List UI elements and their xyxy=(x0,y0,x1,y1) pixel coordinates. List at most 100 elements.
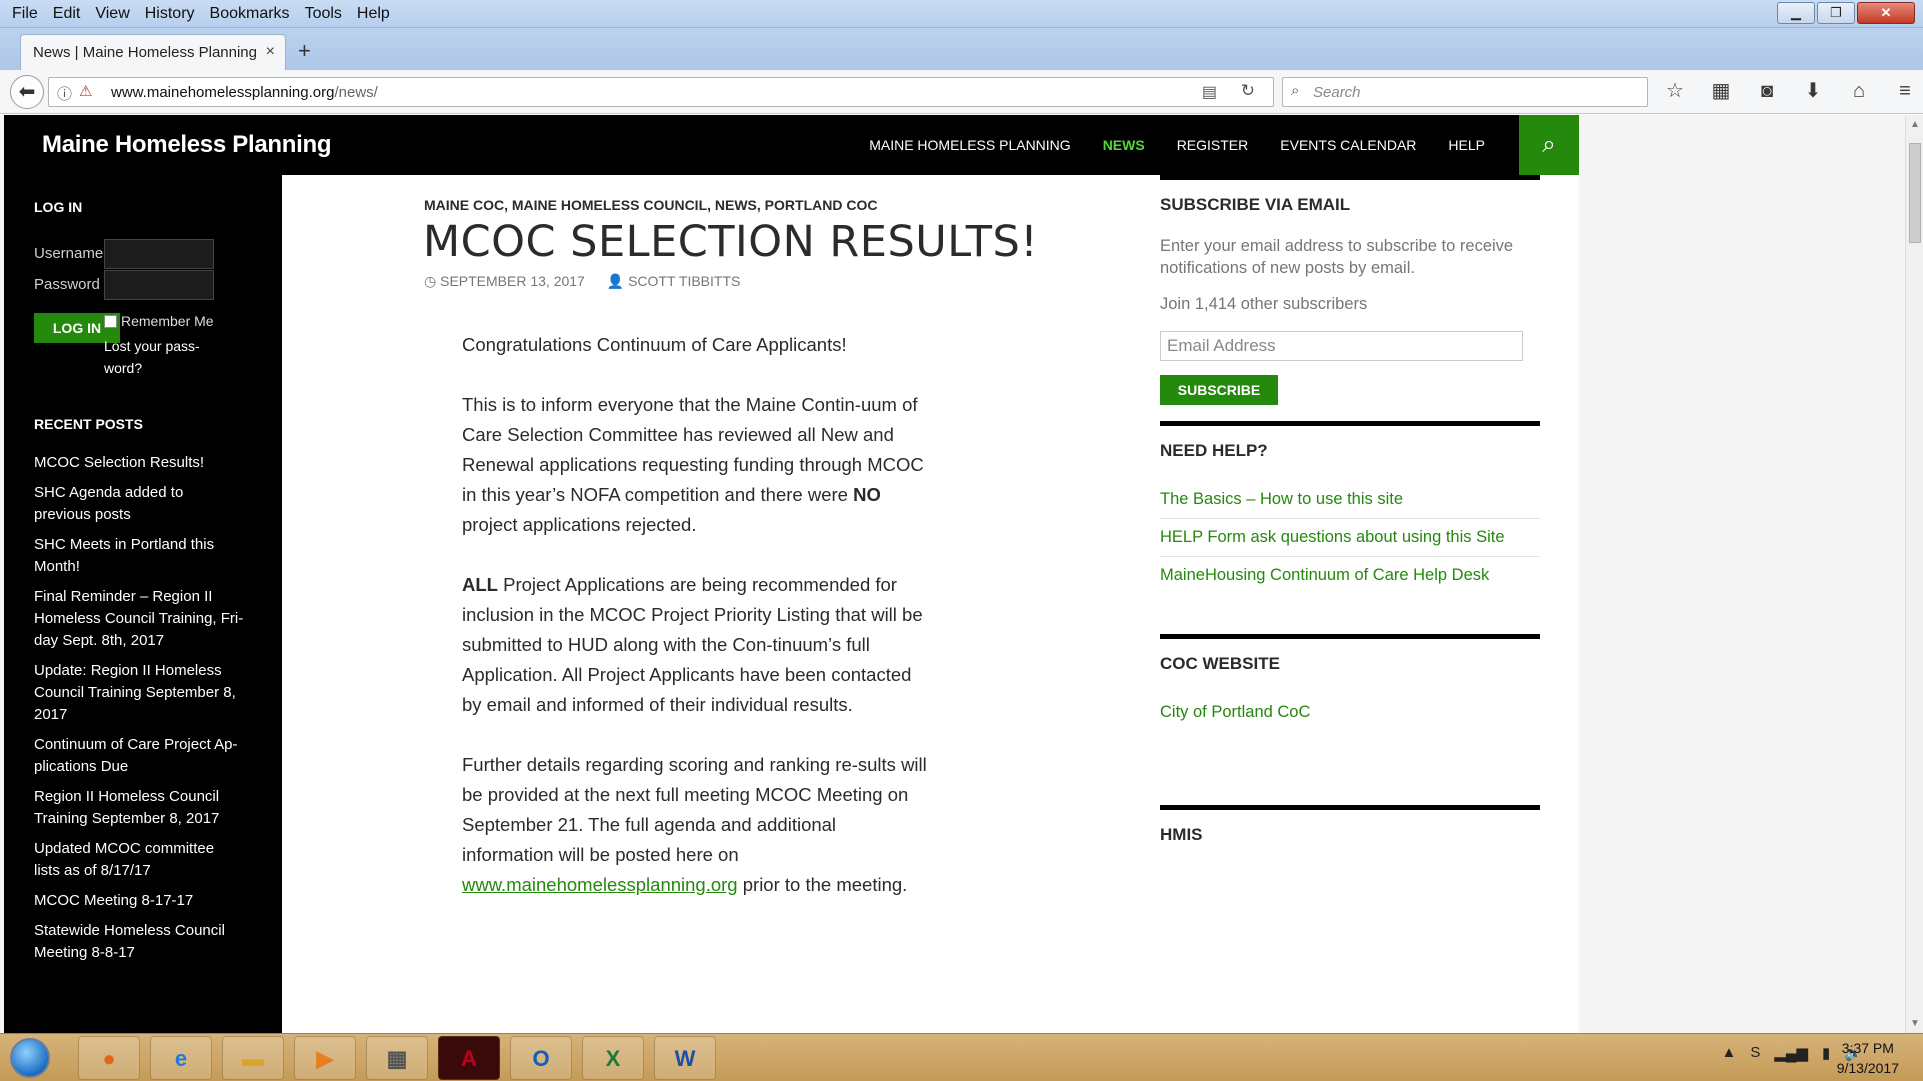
windows-taskbar: ● e ▬ ▶ ▦ A O X W ▲ S ▂▄▆ ▮ 🔈 3:37 PM 9/… xyxy=(0,1033,1923,1081)
remember-label: Remember Me xyxy=(121,313,214,329)
post-meta: ◷ SEPTEMBER 13, 2017 👤 SCOTT TIBBITTS xyxy=(424,273,740,290)
url-bar[interactable]: ⓘ ⚠ www.mainehomelessplanning.org/news/ … xyxy=(48,77,1274,107)
remember-me[interactable]: Remember Me xyxy=(104,313,214,329)
recent-post-link[interactable]: Updated MCOC committee lists as of 8/17/… xyxy=(34,838,244,882)
tab-close-icon[interactable]: × xyxy=(266,43,275,61)
post-paragraph: This is to inform everyone that the Main… xyxy=(462,394,924,535)
post-date[interactable]: SEPTEMBER 13, 2017 xyxy=(440,273,585,289)
file-explorer-icon[interactable]: ▬ xyxy=(222,1036,284,1080)
search-icon: ⌕ xyxy=(1542,131,1556,158)
menu-bookmarks[interactable]: Bookmarks xyxy=(202,0,297,28)
skype-icon[interactable]: S xyxy=(1750,1044,1760,1062)
close-window-button[interactable]: ✕ xyxy=(1857,2,1915,24)
recent-post-link[interactable]: MCOC Meeting 8-17-17 xyxy=(34,890,244,912)
person-icon: 👤 xyxy=(606,273,629,289)
remember-checkbox[interactable] xyxy=(104,315,117,328)
subscribe-text: Enter your email address to subscribe to… xyxy=(1160,237,1514,277)
menu-help[interactable]: Help xyxy=(349,0,397,28)
window-controls: ▁ ❐ ✕ xyxy=(1777,2,1915,24)
excel-icon[interactable]: X xyxy=(582,1036,644,1080)
password-input[interactable] xyxy=(104,270,214,300)
recent-post-link[interactable]: MCOC Selection Results! xyxy=(34,452,244,474)
nav-register[interactable]: REGISTER xyxy=(1177,137,1249,153)
need-help-widget: NEED HELP? The Basics – How to use this … xyxy=(1160,421,1540,594)
maximize-button[interactable]: ❐ xyxy=(1817,2,1855,24)
lost-password-link[interactable]: Lost your pass-word? xyxy=(104,335,224,379)
internet-explorer-icon[interactable]: e xyxy=(150,1036,212,1080)
minimize-button[interactable]: ▁ xyxy=(1777,2,1815,24)
adobe-acrobat-icon[interactable]: A xyxy=(438,1036,500,1080)
recent-posts-list: MCOC Selection Results! SHC Agenda added… xyxy=(34,452,244,972)
scrollbar-thumb[interactable] xyxy=(1909,143,1921,243)
media-player-icon[interactable]: ▶ xyxy=(294,1036,356,1080)
taskbar-clock[interactable]: 3:37 PM 9/13/2017 xyxy=(1837,1038,1899,1078)
nav-news[interactable]: NEWS xyxy=(1103,137,1145,153)
subscriber-count: Join 1,414 other subscribers xyxy=(1160,295,1368,313)
tab-bar: News | Maine Homeless Planning × + xyxy=(0,28,1923,70)
right-sidebar: SUBSCRIBE VIA EMAIL Enter your email add… xyxy=(1144,175,1579,1033)
insecure-lock-icon[interactable]: ⚠ xyxy=(79,82,92,100)
hmis-title: HMIS xyxy=(1160,825,1203,844)
recent-post-link[interactable]: SHC Agenda added to previous posts xyxy=(34,482,244,526)
nav-help[interactable]: HELP xyxy=(1448,137,1485,153)
network-icon[interactable]: ▂▄▆ xyxy=(1774,1044,1808,1062)
hamburger-menu-icon[interactable]: ≡ xyxy=(1892,78,1918,104)
menu-bar: File Edit View History Bookmarks Tools Help ▁ … xyxy=(0,0,1923,28)
subscribe-button[interactable]: SUBSCRIBE xyxy=(1160,375,1278,405)
recent-post-link[interactable]: Final Reminder – Region II Homeless Coun… xyxy=(34,586,244,652)
outlook-icon[interactable]: O xyxy=(510,1036,572,1080)
page-scrollbar[interactable]: ▲ ▼ xyxy=(1905,115,1923,1033)
browser-tab[interactable]: News | Maine Homeless Planning × xyxy=(20,34,286,70)
start-button[interactable] xyxy=(10,1038,50,1078)
site-link[interactable]: www.mainehomelessplanning.org xyxy=(462,874,738,895)
subscribe-widget: SUBSCRIBE VIA EMAIL Enter your email add… xyxy=(1160,175,1540,405)
menu-edit[interactable]: Edit xyxy=(45,0,88,28)
info-icon[interactable]: ⓘ xyxy=(57,83,72,104)
post-categories[interactable]: MAINE COC, MAINE HOMELESS COUNCIL, NEWS,… xyxy=(424,197,877,213)
menu-tools[interactable]: Tools xyxy=(297,0,349,28)
word-icon[interactable]: W xyxy=(654,1036,716,1080)
clock-time: 3:37 PM xyxy=(1841,1040,1894,1056)
toolbar-icons: ☆ ▦ ◙ ⬇ ⌂ ≡ xyxy=(1662,78,1918,104)
recent-post-link[interactable]: Region II Homeless Council Training Sept… xyxy=(34,786,244,830)
recent-post-link[interactable]: Update: Region II Homeless Council Train… xyxy=(34,660,244,726)
help-link[interactable]: MaineHousing Continuum of Care Help Desk xyxy=(1160,557,1540,594)
menu-view[interactable]: View xyxy=(87,0,136,28)
recent-post-link[interactable]: SHC Meets in Portland this Month! xyxy=(34,534,244,578)
post-author[interactable]: SCOTT TIBBITTS xyxy=(628,273,740,289)
firefox-icon[interactable]: ● xyxy=(78,1036,140,1080)
clock-date: 9/13/2017 xyxy=(1836,1060,1899,1076)
bookmarks-list-icon[interactable]: ▦ xyxy=(1708,78,1734,104)
device-icon[interactable]: ▮ xyxy=(1822,1044,1830,1062)
reader-view-icon[interactable]: ▤ xyxy=(1202,82,1217,102)
nav-events-calendar[interactable]: EVENTS CALENDAR xyxy=(1280,137,1416,153)
subscribe-title: SUBSCRIBE VIA EMAIL xyxy=(1160,195,1351,214)
site-title[interactable]: Maine Homeless Planning xyxy=(42,131,331,159)
search-toggle-button[interactable]: ⌕ xyxy=(1519,115,1579,175)
search-bar[interactable]: ⌕ Search xyxy=(1282,77,1648,107)
calculator-icon[interactable]: ▦ xyxy=(366,1036,428,1080)
recent-post-link[interactable]: Continuum of Care Project Ap-plications … xyxy=(34,734,244,778)
url-text[interactable]: www.mainehomelessplanning.org/news/ xyxy=(111,84,378,101)
scroll-up-icon[interactable]: ▲ xyxy=(1910,119,1920,130)
new-tab-button[interactable]: + xyxy=(298,38,311,64)
recent-post-link[interactable]: Statewide Homeless Council Meeting 8-8-1… xyxy=(34,920,244,964)
username-input[interactable] xyxy=(104,239,214,269)
download-icon[interactable]: ⬇ xyxy=(1800,78,1826,104)
coc-website-link[interactable]: City of Portland CoC xyxy=(1160,694,1540,731)
help-link[interactable]: HELP Form ask questions about using this… xyxy=(1160,519,1540,557)
home-icon[interactable]: ⌂ xyxy=(1846,78,1872,104)
scroll-down-icon[interactable]: ▼ xyxy=(1910,1018,1920,1029)
reload-icon[interactable]: ↻ xyxy=(1241,81,1255,101)
bookmark-star-icon[interactable]: ☆ xyxy=(1662,78,1688,104)
search-placeholder: Search xyxy=(1313,84,1361,101)
back-button[interactable]: ⬅ xyxy=(10,75,44,109)
coc-website-title: COC WEBSITE xyxy=(1160,654,1280,673)
help-link[interactable]: The Basics – How to use this site xyxy=(1160,481,1540,519)
nav-maine-homeless-planning[interactable]: MAINE HOMELESS PLANNING xyxy=(869,137,1071,153)
email-address-input[interactable]: Email Address xyxy=(1160,331,1523,361)
menu-history[interactable]: History xyxy=(137,0,202,28)
tray-expand-icon[interactable]: ▲ xyxy=(1721,1044,1736,1062)
pocket-icon[interactable]: ◙ xyxy=(1754,78,1780,104)
menu-file[interactable]: File xyxy=(4,0,45,28)
